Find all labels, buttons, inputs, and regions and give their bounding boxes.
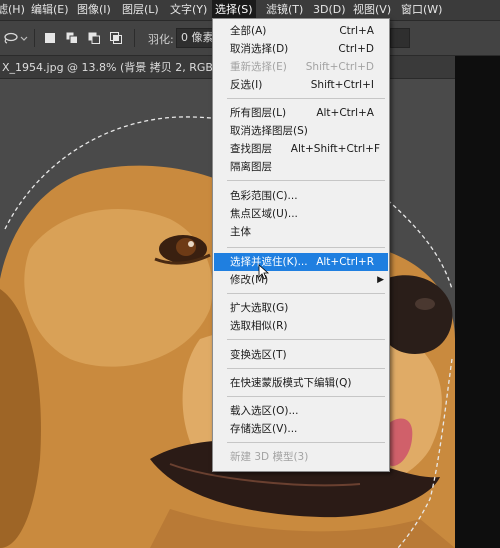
select-menu-dropdown: 全部(A) Ctrl+A 取消选择(D) Ctrl+D 重新选择(E) Shift+C… bbox=[212, 18, 390, 472]
subtract-from-selection-icon[interactable] bbox=[88, 32, 100, 44]
menu-window[interactable]: 窗口(W) bbox=[398, 0, 445, 20]
divider bbox=[34, 29, 35, 47]
menu-separator bbox=[227, 180, 385, 181]
chevron-down-icon[interactable] bbox=[20, 32, 28, 44]
menu-item-quick-mask[interactable]: 在快速蒙版模式下编辑(Q) bbox=[214, 374, 388, 392]
menu-type[interactable]: 文字(Y) bbox=[167, 0, 210, 20]
menu-item-subject[interactable]: 主体 bbox=[214, 223, 388, 241]
divider bbox=[134, 29, 135, 47]
menu-separator bbox=[227, 396, 385, 397]
menu-item-find-layers[interactable]: 查找图层 Alt+Shift+Ctrl+F bbox=[214, 140, 388, 158]
menu-item-select-and-mask[interactable]: 选择并遮住(K)... Alt+Ctrl+R bbox=[214, 253, 388, 271]
add-to-selection-icon[interactable] bbox=[66, 32, 78, 44]
menu-item-save-selection[interactable]: 存储选区(V)... bbox=[214, 420, 388, 438]
menu-item-isolate-layers[interactable]: 隔离图层 bbox=[214, 158, 388, 176]
feather-label: 羽化: bbox=[148, 33, 174, 46]
menu-item-all-layers[interactable]: 所有图层(L) Alt+Ctrl+A bbox=[214, 104, 388, 122]
menu-item-modify[interactable]: 修改(M) ▶ bbox=[214, 271, 388, 289]
intersect-selection-icon[interactable] bbox=[110, 32, 122, 44]
menu-layer[interactable]: 图层(L) bbox=[119, 0, 162, 20]
menu-image[interactable]: 图像(I) bbox=[74, 0, 114, 20]
menu-separator bbox=[227, 368, 385, 369]
menu-item-grow[interactable]: 扩大选取(G) bbox=[214, 299, 388, 317]
menu-view[interactable]: 视图(V) bbox=[350, 0, 394, 20]
menu-item-deselect[interactable]: 取消选择(D) Ctrl+D bbox=[214, 40, 388, 58]
menu-separator bbox=[227, 442, 385, 443]
new-selection-icon[interactable] bbox=[44, 32, 56, 44]
menu-edit[interactable]: 编辑(E) bbox=[28, 0, 72, 20]
lasso-icon[interactable] bbox=[2, 32, 18, 44]
menu-item-focus-area[interactable]: 焦点区域(U)... bbox=[214, 205, 388, 223]
menu-separator bbox=[227, 247, 385, 248]
menu-separator bbox=[227, 293, 385, 294]
menu-item-load-selection[interactable]: 载入选区(O)... bbox=[214, 402, 388, 420]
panel-strip bbox=[455, 56, 500, 548]
menu-item-inverse[interactable]: 反选(I) Shift+Ctrl+I bbox=[214, 76, 388, 94]
options-field-right[interactable] bbox=[390, 28, 410, 48]
menu-item-new-3d-model: 新建 3D 模型(3) bbox=[230, 451, 309, 463]
menu-3d[interactable]: 3D(D) bbox=[310, 0, 349, 20]
menu-item-all[interactable]: 全部(A) Ctrl+A bbox=[214, 22, 388, 40]
menu-select[interactable]: 选择(S) bbox=[212, 0, 256, 20]
document-tab-label: X_1954.jpg @ 13.8% (背景 拷贝 2, RGB/8) * bbox=[2, 61, 237, 74]
menu-item-transform-selection[interactable]: 变换选区(T) bbox=[214, 346, 388, 364]
menu-separator bbox=[227, 98, 385, 99]
menu-item-reselect: 重新选择(E) Shift+Ctrl+D bbox=[230, 61, 374, 73]
menu-item-color-range[interactable]: 色彩范围(C)... bbox=[214, 187, 388, 205]
menu-filter-partial[interactable]: 滤(H) bbox=[0, 0, 28, 20]
submenu-arrow-icon: ▶ bbox=[377, 275, 384, 285]
menu-item-deselect-layers[interactable]: 取消选择图层(S) bbox=[214, 122, 388, 140]
feather-input[interactable]: 0 像素 bbox=[176, 28, 216, 48]
menu-filter[interactable]: 滤镜(T) bbox=[263, 0, 306, 20]
mouse-cursor-icon bbox=[258, 264, 270, 280]
photoshop-window: 滤(H) 编辑(E) 图像(I) 图层(L) 文字(Y) 选择(S) 滤镜(T)… bbox=[0, 0, 500, 548]
menu-item-similar[interactable]: 选取相似(R) bbox=[214, 317, 388, 335]
menu-separator bbox=[227, 339, 385, 340]
